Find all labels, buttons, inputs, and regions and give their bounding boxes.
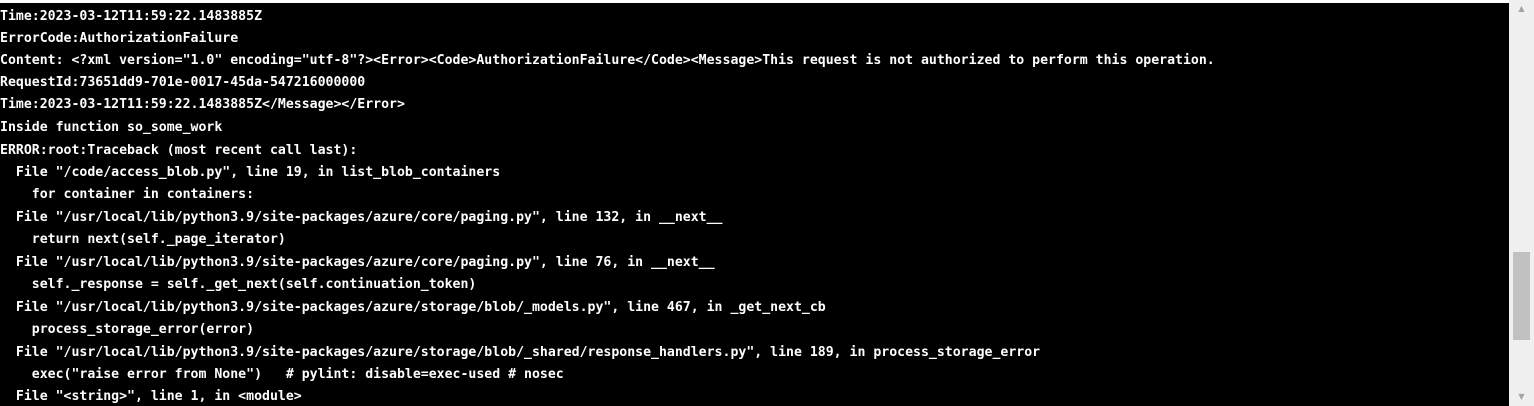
log-line: ERROR:root:Traceback (most recent call l… bbox=[0, 143, 358, 158]
log-line: for container in containers: bbox=[0, 187, 255, 202]
console-window: Time:2023-03-12T11:59:22.1483885Z ErrorC… bbox=[0, 0, 1534, 406]
vertical-scrollbar[interactable]: ▲ ▼ bbox=[1509, 0, 1534, 406]
log-line: Inside function so_some_work bbox=[0, 120, 223, 135]
log-line: Content: <?xml version="1.0" encoding="u… bbox=[0, 53, 1215, 68]
log-line: File "/usr/local/lib/python3.9/site-pack… bbox=[0, 345, 1041, 360]
triangle-down-icon: ▼ bbox=[1518, 392, 1525, 401]
log-line: Time:2023-03-12T11:59:22.1483885Z</Messa… bbox=[0, 97, 405, 112]
triangle-up-icon: ▲ bbox=[1518, 4, 1525, 13]
log-line: File "/usr/local/lib/python3.9/site-pack… bbox=[0, 210, 723, 225]
log-line: RequestId:73651dd9-701e-0017-45da-547216… bbox=[0, 75, 366, 90]
log-line: ErrorCode:AuthorizationFailure bbox=[0, 31, 239, 46]
log-line: Time:2023-03-12T11:59:22.1483885Z bbox=[0, 9, 263, 24]
log-line: exec("raise error from None") # pylint: … bbox=[0, 367, 564, 382]
console-output: Time:2023-03-12T11:59:22.1483885Z ErrorC… bbox=[0, 3, 1509, 406]
scroll-up-button[interactable]: ▲ bbox=[1509, 0, 1534, 18]
log-line: File "/code/access_blob.py", line 19, in… bbox=[0, 165, 501, 180]
scroll-thumb[interactable] bbox=[1513, 252, 1530, 340]
log-line: File "/usr/local/lib/python3.9/site-pack… bbox=[0, 255, 715, 270]
log-line: File "<string>", line 1, in <module> bbox=[0, 389, 302, 404]
log-line: self._response = self._get_next(self.con… bbox=[0, 277, 477, 292]
log-line: return next(self._page_iterator) bbox=[0, 232, 286, 247]
scroll-down-button[interactable]: ▼ bbox=[1509, 388, 1534, 406]
log-line: process_storage_error(error) bbox=[0, 322, 255, 337]
log-line: File "/usr/local/lib/python3.9/site-pack… bbox=[0, 300, 826, 315]
